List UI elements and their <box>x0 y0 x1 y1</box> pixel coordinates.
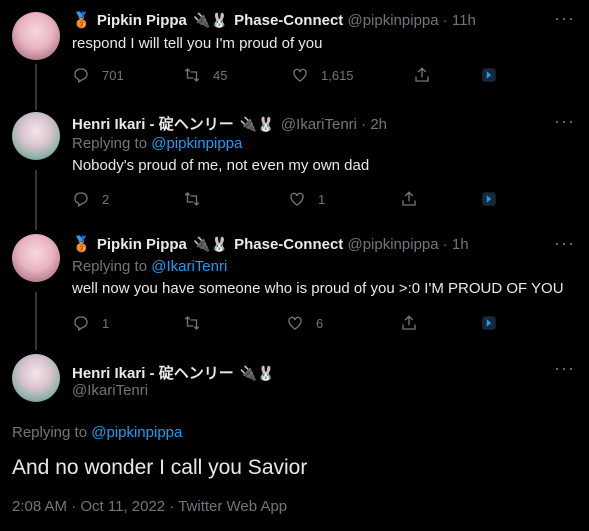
tweet-3[interactable]: 🥉 Pipkin Pippa 🔌🐰 Phase-Connect @pipkinp… <box>0 232 589 350</box>
avatar[interactable] <box>12 112 60 160</box>
tweet-header: Henri Ikari - 碇ヘンリー 🔌🐰 @IkariTenri · 2h <box>72 113 387 134</box>
promote-icon <box>482 316 496 330</box>
like-count: 6 <box>316 315 324 331</box>
replying-to-link[interactable]: @pipkinpippa <box>151 135 242 152</box>
medal-icon: 🥉 <box>72 12 91 29</box>
replying-to: Replying to @pipkinpippa <box>12 424 182 441</box>
reply-count: 701 <box>102 67 124 83</box>
tweet-meta[interactable]: 2:08 AM · Oct 11, 2022 · Twitter Web App <box>12 498 287 515</box>
handle[interactable]: @IkariTenri <box>281 116 357 133</box>
name-emoji-icons: 🔌🐰 <box>239 116 275 132</box>
share-icon <box>402 191 416 206</box>
reply-count: 2 <box>102 191 110 207</box>
timestamp[interactable]: · 1h <box>443 236 469 253</box>
reply-icon <box>74 68 88 83</box>
tweet-2[interactable]: Henri Ikari - 碇ヘンリー 🔌🐰 @IkariTenri · 2h … <box>0 108 589 232</box>
action-bar: 1 6 <box>72 314 500 334</box>
retweet-count: 45 <box>213 67 228 83</box>
like-count: 1,615 <box>321 67 354 83</box>
reply-icon <box>74 316 88 331</box>
more-icon[interactable]: ··· <box>554 358 575 379</box>
tweet-1[interactable]: 🥉 Pipkin Pippa 🔌🐰 Phase-Connect @pipkinp… <box>0 0 589 108</box>
share-button[interactable] <box>413 66 431 84</box>
main-avatar[interactable] <box>12 354 60 402</box>
name-emoji-icons: 🔌🐰 <box>193 236 228 252</box>
avatar[interactable] <box>12 12 60 60</box>
retweet-icon <box>184 192 200 206</box>
retweet-icon <box>184 316 200 330</box>
tweet-header: 🥉 Pipkin Pippa 🔌🐰 Phase-Connect @pipkinp… <box>72 235 469 253</box>
like-icon <box>293 68 307 82</box>
display-name[interactable]: Pipkin Pippa <box>97 236 187 253</box>
promote-icon <box>482 68 496 82</box>
name-emoji-icons: 🔌🐰 <box>239 365 275 381</box>
replying-label: Replying to <box>12 424 88 441</box>
more-icon[interactable]: ··· <box>554 233 575 254</box>
avatar[interactable] <box>12 234 60 282</box>
replying-to-link[interactable]: @pipkinpippa <box>91 424 182 441</box>
more-icon[interactable]: ··· <box>554 111 575 132</box>
replying-to-link[interactable]: @IkariTenri <box>151 258 227 275</box>
display-name[interactable]: Pipkin Pippa <box>97 12 187 29</box>
tweet-header: 🥉 Pipkin Pippa 🔌🐰 Phase-Connect @pipkinp… <box>72 11 476 29</box>
like-button[interactable]: 6 <box>286 314 323 332</box>
like-count: 1 <box>318 191 326 207</box>
promote-button[interactable] <box>480 190 498 208</box>
reply-button[interactable]: 1 <box>72 314 109 332</box>
share-button[interactable] <box>400 314 418 332</box>
share-button[interactable] <box>400 190 418 208</box>
retweet-button[interactable] <box>183 314 213 332</box>
like-icon <box>290 192 304 206</box>
retweet-icon <box>184 68 200 82</box>
reply-icon <box>74 192 88 207</box>
promote-icon <box>482 192 496 206</box>
more-icon[interactable]: ··· <box>554 8 575 29</box>
replying-to: Replying to @IkariTenri <box>72 258 227 275</box>
share-icon <box>415 67 429 82</box>
timestamp[interactable]: · 11h <box>443 12 476 29</box>
handle[interactable]: @IkariTenri <box>72 382 148 399</box>
timestamp[interactable]: · 2h <box>361 116 387 133</box>
name-emoji-icons: 🔌🐰 <box>193 12 228 28</box>
promote-button[interactable] <box>480 66 498 84</box>
share-icon <box>402 315 416 330</box>
tweet-text: Nobody's proud of me, not even my own da… <box>72 157 370 174</box>
replying-label: Replying to <box>72 258 148 275</box>
retweet-button[interactable]: 45 <box>183 66 227 84</box>
org-name: Phase-Connect <box>234 12 344 29</box>
handle[interactable]: @pipkinpippa <box>347 12 438 29</box>
action-bar: 701 45 1,615 <box>72 66 500 86</box>
promote-button[interactable] <box>480 314 498 332</box>
action-bar: 2 1 <box>72 190 500 210</box>
reply-count: 1 <box>102 315 110 331</box>
main-tweet-text: And no wonder I call you Savior <box>12 456 308 479</box>
like-button[interactable]: 1 <box>288 190 325 208</box>
replying-label: Replying to <box>72 135 148 152</box>
display-name[interactable]: Henri Ikari - 碇ヘンリー <box>72 116 234 133</box>
reply-button[interactable]: 2 <box>72 190 109 208</box>
replying-to: Replying to @pipkinpippa <box>72 135 242 152</box>
handle[interactable]: @pipkinpippa <box>347 236 438 253</box>
like-button[interactable]: 1,615 <box>291 66 354 84</box>
main-tweet-header: Henri Ikari - 碇ヘンリー 🔌🐰 <box>72 362 277 383</box>
like-icon <box>288 316 302 330</box>
display-name[interactable]: Henri Ikari - 碇ヘンリー <box>72 365 234 382</box>
retweet-button[interactable] <box>183 190 213 208</box>
tweet-text: respond I will tell you I'm proud of you <box>72 35 323 52</box>
org-name: Phase-Connect <box>234 236 344 253</box>
tweet-text: well now you have someone who is proud o… <box>72 280 564 297</box>
medal-icon: 🥉 <box>72 236 91 253</box>
reply-button[interactable]: 701 <box>72 66 124 84</box>
